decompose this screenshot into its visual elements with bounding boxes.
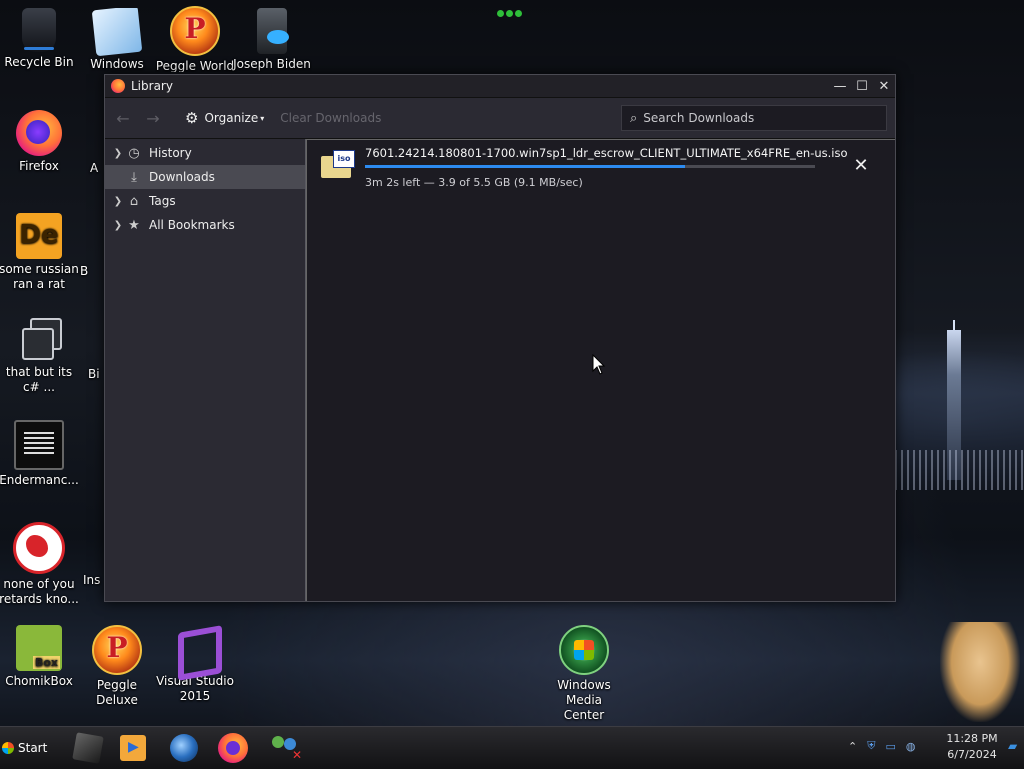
terminal-icon: [14, 420, 64, 470]
desktop-partial-label[interactable]: A: [90, 161, 104, 176]
download-status: 3m 2s left — 3.9 of 5.5 GB (9.1 MB/sec): [365, 176, 583, 189]
chevron-right-icon[interactable]: ❯: [111, 148, 125, 159]
search-icon: ⌕: [630, 110, 638, 126]
firefox-icon[interactable]: [218, 733, 248, 763]
clear-downloads-button[interactable]: Clear Downloads: [280, 111, 381, 125]
windows-logo-icon: [2, 742, 14, 754]
desktop-partial-label[interactable]: Bi: [88, 367, 104, 382]
clock[interactable]: 11:28 PM 6/7/2024: [940, 731, 1004, 763]
peggle-icon: [92, 625, 142, 675]
chevron-right-icon[interactable]: ❯: [111, 196, 125, 207]
de-app-icon: [16, 213, 62, 259]
download-item[interactable]: iso 7601.24214.180801-1700.win7sp1_ldr_e…: [307, 140, 895, 192]
search-box[interactable]: ⌕: [621, 105, 887, 131]
desktop-icon-joseph-biden[interactable]: Joseph Biden: [232, 8, 312, 72]
system-tray: ⌃ ⛨ ▭ ◍: [848, 739, 925, 753]
visual-studio-icon: [172, 625, 218, 671]
library-sidebar: ❯ ◷ History ⤓ Downloads ❯ ⌂ Tags ❯ ★ All…: [105, 139, 306, 601]
window-title: Library: [131, 79, 173, 93]
shield-icon[interactable]: ⛨: [867, 739, 875, 753]
desktop-icon-peggle-deluxe[interactable]: Peggle Deluxe: [77, 625, 157, 708]
search-input[interactable]: [643, 111, 864, 125]
cube-app-icon[interactable]: [72, 732, 104, 764]
chevron-right-icon[interactable]: ❯: [111, 220, 125, 231]
organize-button[interactable]: ⚙ Organize ▾: [185, 109, 264, 127]
close-button[interactable]: ✕: [873, 75, 895, 97]
wallpaper-green-dots: [497, 6, 527, 17]
clock-date: 6/7/2024: [947, 748, 997, 761]
star-icon: ★: [128, 217, 140, 233]
chevron-up-icon[interactable]: ⌃: [848, 740, 857, 753]
desktop-icon-peggle-world[interactable]: Peggle World: [155, 6, 235, 72]
windows-live-mail-icon: [91, 8, 143, 57]
globe-icon[interactable]: [170, 734, 198, 762]
iso-file-icon: iso: [321, 150, 355, 180]
desktop-icon-firefox[interactable]: Firefox: [0, 110, 79, 174]
minimize-button[interactable]: —: [829, 75, 851, 97]
forward-button[interactable]: →: [141, 109, 165, 128]
desktop-icon-visual-studio[interactable]: Visual Studio 2015: [155, 625, 235, 704]
computer-icon: [257, 8, 289, 54]
cancel-download-button[interactable]: ✕: [851, 156, 871, 176]
gear-icon: ⚙: [185, 109, 199, 127]
sidebar-item-history[interactable]: ❯ ◷ History: [105, 141, 305, 165]
sidebar-item-downloads[interactable]: ⤓ Downloads: [105, 165, 305, 189]
monitor-icon[interactable]: ▭: [885, 740, 895, 753]
firefox-icon: [16, 110, 62, 156]
download-icon: ⤓: [131, 169, 137, 185]
clock-icon: ◷: [128, 145, 140, 161]
desktop-icon-that-but-its-csharp[interactable]: that but its c# ...: [0, 316, 79, 395]
taskbar: Start ⌃ ⛨ ▭ ◍ 11:28 PM 6/7/2024 ▰: [0, 726, 1024, 769]
download-progress-bar: [365, 165, 815, 168]
chevron-down-icon: ▾: [260, 113, 265, 123]
desktop-icon-windows-live[interactable]: Windows Live: [77, 8, 157, 72]
clock-time: 11:28 PM: [946, 732, 998, 745]
desktop-icon-chomikbox[interactable]: ChomikBox: [0, 625, 79, 689]
library-window: Library — ☐ ✕ ← → ⚙ Organize ▾ Clear Dow…: [104, 74, 896, 602]
title-bar[interactable]: Library — ☐ ✕: [105, 75, 895, 97]
sidebar-item-tags[interactable]: ❯ ⌂ Tags: [105, 189, 305, 213]
desktop-icon-none-of-you[interactable]: none of you retards kno...: [0, 522, 79, 607]
back-button[interactable]: ←: [111, 109, 135, 128]
organize-label: Organize: [204, 111, 259, 125]
desktop-icon-recycle-bin[interactable]: Recycle Bin: [0, 8, 79, 70]
windows-media-center-icon: [559, 625, 609, 675]
recycle-bin-icon: [22, 8, 56, 52]
notification-icon[interactable]: ▰: [1008, 739, 1017, 753]
media-player-icon[interactable]: [120, 735, 146, 761]
sidebar-item-all-bookmarks[interactable]: ❯ ★ All Bookmarks: [105, 213, 305, 237]
firefox-icon: [111, 79, 125, 93]
tag-icon: ⌂: [129, 193, 139, 209]
desktop-partial-label[interactable]: B: [80, 264, 100, 279]
copy-icon: [16, 316, 62, 362]
network-icon[interactable]: ◍: [906, 740, 916, 753]
desktop-icon-endermanch[interactable]: Endermanc...: [0, 420, 79, 488]
dino-icon: [13, 522, 65, 574]
people-icon[interactable]: [268, 734, 302, 762]
wallpaper-skyline: [895, 320, 1024, 490]
maximize-button[interactable]: ☐: [851, 75, 873, 97]
desktop-partial-label[interactable]: Ins: [83, 573, 105, 588]
library-toolbar: ← → ⚙ Organize ▾ Clear Downloads ⌕: [105, 97, 895, 139]
peggle-icon: [170, 6, 220, 56]
desktop-icon-some-russian[interactable]: some russian ran a rat: [0, 213, 79, 292]
download-progress-fill: [365, 165, 685, 168]
desktop-icon-windows-media-center[interactable]: Windows Media Center: [544, 625, 624, 723]
hamster-gadget[interactable]: [940, 622, 1020, 722]
download-filename: 7601.24214.180801-1700.win7sp1_ldr_escro…: [365, 146, 848, 160]
start-button[interactable]: Start: [2, 737, 47, 759]
chomikbox-icon: [16, 625, 62, 671]
